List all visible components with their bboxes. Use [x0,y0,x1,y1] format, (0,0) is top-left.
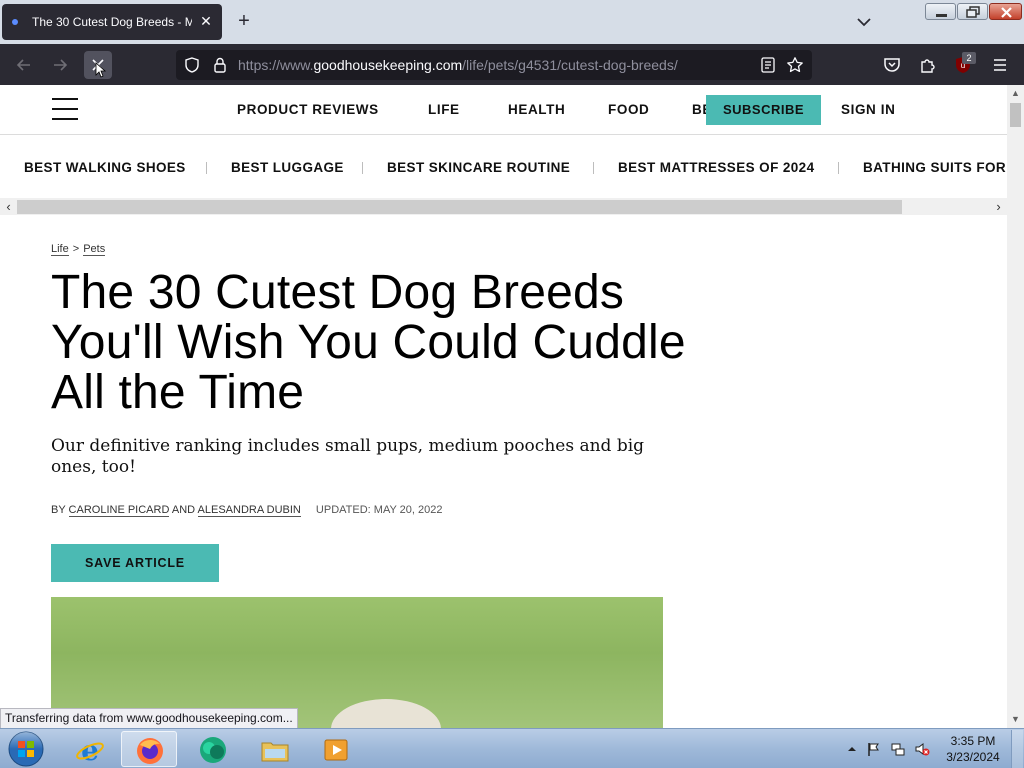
firefox-icon [137,738,163,764]
url-text[interactable]: https://www.goodhousekeeping.com/life/pe… [238,57,678,73]
new-tab-button[interactable]: + [233,10,255,32]
scroll-right-arrow-icon[interactable]: › [990,198,1007,215]
tab-strip: The 30 Cutest Dog Breeds - Mo ✕ + [0,0,1024,44]
list-all-tabs-chevron-icon[interactable] [854,12,874,32]
windows-taskbar: e 3:35 PM 3/23/2024 [0,728,1024,768]
media-player-icon [324,739,348,761]
lock-icon[interactable] [211,56,229,74]
nav-life[interactable]: LIFE [428,102,460,117]
scroll-up-arrow-icon[interactable]: ▲ [1010,88,1021,99]
trending-divider [593,162,594,174]
byline-and: AND [171,504,196,516]
save-article-button[interactable]: SAVE ARTICLE [51,544,219,582]
tab-active[interactable]: The 30 Cutest Dog Breeds - Mo ✕ [2,4,222,40]
forward-arrow-icon [54,59,68,71]
window-close-button[interactable] [989,3,1022,20]
byline-prefix: BY [51,504,66,516]
status-tooltip: Transferring data from www.goodhousekeep… [0,708,298,729]
nav-food[interactable]: FOOD [608,102,649,117]
taskbar-firefox[interactable] [121,731,177,767]
window-restore-button[interactable] [957,3,988,20]
dog-photo-fragment [331,699,441,728]
url-prefix: https://www. [238,57,314,73]
ublock-badge-count: 2 [962,52,976,64]
tab-close-icon[interactable]: ✕ [198,13,214,29]
scrollbar-thumb[interactable] [1010,103,1021,127]
subscribe-button[interactable]: SUBSCRIBE [706,95,821,125]
green-bubble-app-icon [200,737,226,763]
internet-explorer-icon: e [76,734,104,766]
updated-date: UPDATED: MAY 20, 2022 [315,504,443,516]
url-host: goodhousekeeping.com [313,57,463,73]
stop-x-icon [92,59,107,78]
clock-date: 3/23/2024 [946,750,1000,764]
address-bar[interactable]: https://www.goodhousekeeping.com/life/pe… [176,50,812,80]
forward-button[interactable] [47,52,73,78]
volume-muted-icon[interactable] [914,741,930,757]
page-viewport: PRODUCT REVIEWS LIFE HEALTH FOOD BE SUBS… [0,85,1007,728]
tab-title: The 30 Cutest Dog Breeds - Mo [32,15,192,29]
breadcrumb-pets[interactable]: Pets [83,243,106,256]
scrollbar-thumb[interactable] [17,200,902,214]
reader-view-icon[interactable] [759,56,777,74]
author-link[interactable]: ALESANDRA DUBIN [197,504,301,517]
show-desktop-button[interactable] [1011,730,1023,768]
trending-divider [838,162,839,174]
site-header: PRODUCT REVIEWS LIFE HEALTH FOOD BE SUBS… [0,85,1007,135]
window-minimize-button[interactable] [925,3,956,20]
stop-loading-button[interactable] [84,51,112,79]
pocket-icon[interactable] [882,55,902,75]
windows-start-orb-icon[interactable] [6,730,46,768]
show-hidden-icons-arrow-icon[interactable] [844,741,860,757]
network-icon[interactable] [890,741,906,757]
breadcrumb-life[interactable]: Life [51,243,69,256]
navigation-toolbar: https://www.goodhousekeeping.com/life/pe… [0,44,1024,85]
nav-health[interactable]: HEALTH [508,102,565,117]
url-path: /life/pets/g4531/cutest-dog-breeds/ [462,57,678,73]
extensions-puzzle-icon[interactable] [918,55,938,75]
trending-divider [362,162,363,174]
trending-divider [206,162,207,174]
taskbar-green-app[interactable] [185,731,241,767]
back-arrow-icon [16,59,30,71]
scroll-down-arrow-icon[interactable]: ▼ [1010,714,1021,725]
bookmark-star-icon[interactable] [786,56,804,74]
taskbar-internet-explorer[interactable]: e [62,731,118,767]
action-center-flag-icon[interactable] [866,741,882,757]
tracking-protection-shield-icon[interactable] [183,56,201,74]
sign-in-link[interactable]: SIGN IN [841,102,895,117]
taskbar-file-explorer[interactable] [247,731,303,767]
breadcrumb: Life > Pets [51,243,106,256]
article-dek: Our definitive ranking includes small pu… [51,436,645,477]
trending-bar: BEST WALKING SHOES BEST LUGGAGE BEST SKI… [0,135,1007,197]
folder-icon [261,742,289,762]
system-clock[interactable]: 3:35 PM 3/23/2024 [940,733,1006,765]
trending-link[interactable]: BEST SKINCARE ROUTINE [387,160,570,175]
trending-link[interactable]: BEST LUGGAGE [231,160,344,175]
trending-link[interactable]: BEST WALKING SHOES [24,160,186,175]
article-title: The 30 Cutest Dog Breeds You'll Wish You… [51,266,686,419]
scroll-left-arrow-icon[interactable]: ‹ [0,198,17,215]
trending-horizontal-scrollbar[interactable]: ‹ › [0,198,1007,215]
site-menu-icon[interactable] [52,98,78,120]
trending-link[interactable]: BATHING SUITS FOR [863,160,1006,175]
author-link[interactable]: CAROLINE PICARD [68,504,170,517]
tab-favicon-icon [12,19,18,25]
back-button[interactable] [11,52,37,78]
trending-link[interactable]: BEST MATTRESSES OF 2024 [618,160,815,175]
clock-time: 3:35 PM [950,734,996,748]
nav-product-reviews[interactable]: PRODUCT REVIEWS [237,102,379,117]
byline: BY CAROLINE PICARD AND ALESANDRA DUBIN U… [51,504,443,517]
svg-text:e: e [81,734,99,766]
taskbar-media-player[interactable] [308,731,364,767]
breadcrumb-separator: > [72,243,80,255]
hamburger-menu-icon[interactable] [990,55,1010,75]
page-vertical-scrollbar[interactable]: ▲ ▼ [1007,85,1024,728]
